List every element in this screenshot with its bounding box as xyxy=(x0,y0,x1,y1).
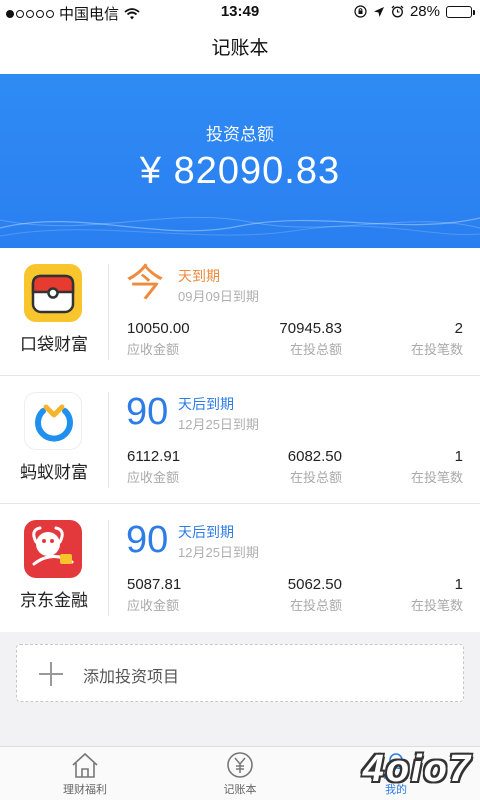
due-date: 12月25日到期 xyxy=(178,545,259,560)
due-date: 09月09日到期 xyxy=(178,289,259,304)
count-label: 在投笔数 xyxy=(410,598,463,613)
due-days-number: 今 xyxy=(126,263,165,305)
due-days-number: 90 xyxy=(126,391,169,433)
jd-finance-logo xyxy=(24,520,82,578)
plus-icon xyxy=(39,662,63,686)
battery-percent: 28% xyxy=(409,3,440,20)
wave-decoration xyxy=(0,216,480,237)
count-stat: 2 在投笔数 xyxy=(0,320,463,358)
add-investment-button[interactable]: 添加投资项目 xyxy=(16,644,464,702)
tab-wealth-benefits[interactable]: 理财福利 xyxy=(25,751,145,797)
due-title: 天到期 xyxy=(178,268,220,284)
koudai-pokeball-logo xyxy=(24,264,82,322)
rotation-lock-icon xyxy=(354,5,367,18)
location-arrow-icon xyxy=(373,6,384,17)
battery-icon xyxy=(446,5,475,18)
tab-label: 理财福利 xyxy=(63,784,107,796)
status-bar: 中国电信 13:49 28% xyxy=(0,0,480,24)
count-value: 1 xyxy=(454,576,463,593)
platform-card-koudai[interactable]: 口袋财富 今 天到期 09月09日到期 10050.00 应收金额 70945.… xyxy=(0,248,480,376)
tab-ledger[interactable]: 记账本 xyxy=(180,751,300,797)
tab-label: 记账本 xyxy=(223,784,257,796)
yen-circle-icon xyxy=(227,752,253,778)
site-watermark: 4oio7 xyxy=(362,748,472,790)
total-investment-label: 投资总额 xyxy=(206,125,274,144)
count-stat: 1 在投笔数 xyxy=(0,576,463,614)
platform-card-ant[interactable]: 蚂蚁财富 90 天后到期 12月25日到期 6112.91 应收金额 6082.… xyxy=(0,376,480,504)
alarm-icon xyxy=(391,5,404,18)
platform-card-jd[interactable]: 京东金融 90 天后到期 12月25日到期 5087.81 应收金额 5062.… xyxy=(0,504,480,632)
total-investment-amount: ¥ 82090.83 xyxy=(139,150,341,192)
ant-fortune-logo xyxy=(24,392,82,450)
home-icon xyxy=(72,752,98,778)
nav-bar: 记账本 xyxy=(0,24,480,74)
count-stat: 1 在投笔数 xyxy=(0,448,463,486)
page-title: 记账本 xyxy=(211,38,269,59)
due-days-number: 90 xyxy=(126,519,169,561)
due-date: 12月25日到期 xyxy=(178,417,259,432)
count-value: 2 xyxy=(454,320,463,337)
due-title: 天后到期 xyxy=(178,524,234,540)
due-title: 天后到期 xyxy=(178,396,234,412)
add-investment-label: 添加投资项目 xyxy=(83,669,180,686)
investment-summary-banner: 投资总额 ¥ 82090.83 xyxy=(0,74,480,248)
count-value: 1 xyxy=(454,448,463,465)
count-label: 在投笔数 xyxy=(410,342,463,357)
count-label: 在投笔数 xyxy=(410,470,463,485)
